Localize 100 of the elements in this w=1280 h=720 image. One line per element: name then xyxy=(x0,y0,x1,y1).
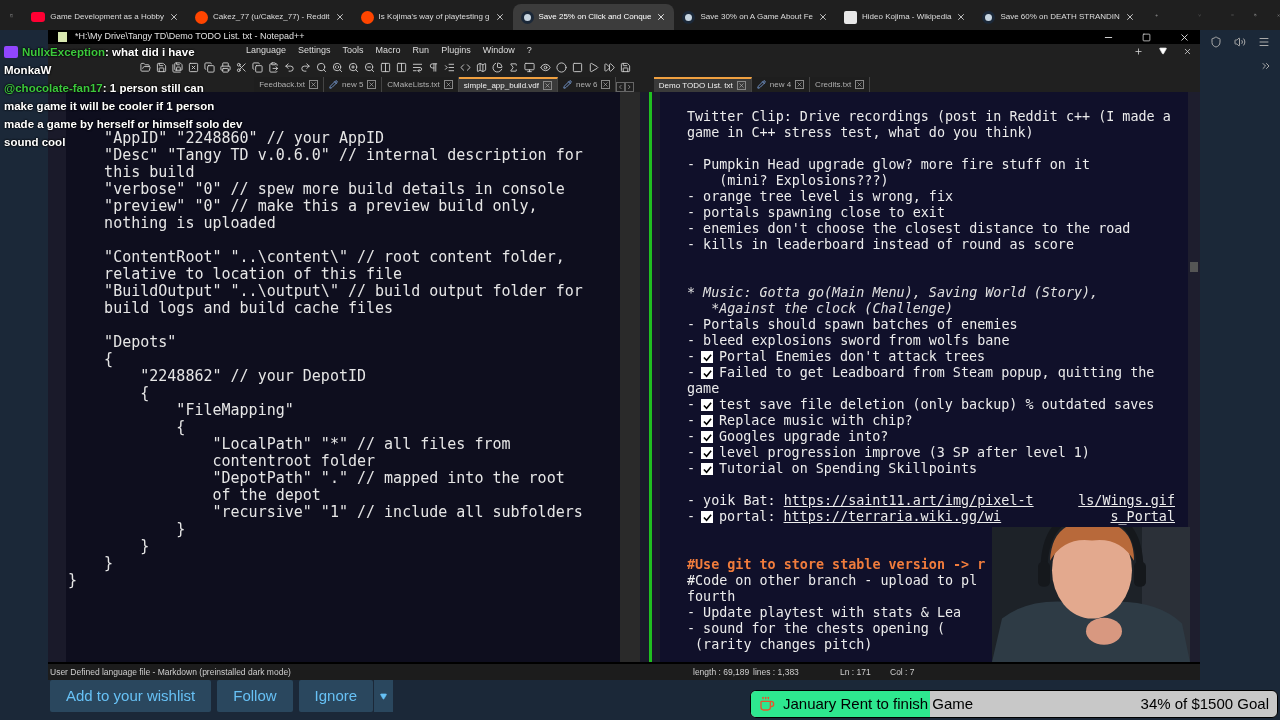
browser-tab[interactable]: Is Kojima's way of playtesting g xyxy=(352,4,513,30)
pie-icon[interactable] xyxy=(492,61,503,73)
checkbox[interactable] xyxy=(701,399,714,411)
menu-item[interactable]: Run xyxy=(406,44,436,58)
status-line: Ln : 171 xyxy=(840,665,872,679)
browser-tab[interactable]: Game Development as a Hobby xyxy=(23,4,188,30)
scrollbar[interactable] xyxy=(1188,92,1200,662)
close-icon[interactable] xyxy=(334,12,345,22)
redo-icon[interactable] xyxy=(300,61,311,73)
eye-icon[interactable] xyxy=(540,61,551,73)
code-line: "DepotPath" "." // mapped into the root xyxy=(211,469,565,487)
map-icon[interactable] xyxy=(476,61,487,73)
dropdown-icon[interactable] xyxy=(1159,47,1167,55)
code-line: relative to location of this file xyxy=(103,265,403,283)
file-tab[interactable]: simple_app_build.vdf xyxy=(458,77,558,92)
code-line: } xyxy=(68,571,78,589)
speaker-icon[interactable] xyxy=(1234,36,1246,48)
menu-item[interactable]: Plugins xyxy=(435,44,477,58)
copy-icon[interactable] xyxy=(252,61,263,73)
checkbox[interactable] xyxy=(701,367,714,379)
close-icon[interactable] xyxy=(956,12,967,22)
folder-icon[interactable] xyxy=(140,61,151,73)
play-icon[interactable] xyxy=(588,61,599,73)
more-icon[interactable] xyxy=(1260,60,1272,72)
close-icon[interactable] xyxy=(494,12,505,22)
steam-button[interactable]: Add to your wishlist xyxy=(50,680,212,712)
split-icon[interactable] xyxy=(396,61,407,73)
menu-item[interactable]: Language xyxy=(240,44,293,58)
code-line: "2248862" // your DepotID xyxy=(139,367,366,385)
steam-button[interactable]: Ignore xyxy=(298,680,374,712)
note-link[interactable]: https://terraria.wiki.gg/wi xyxy=(783,509,1002,525)
undo-icon[interactable] xyxy=(284,61,295,73)
fast-forward-icon[interactable] xyxy=(604,61,615,73)
code-line: { xyxy=(139,384,150,402)
monitor-icon[interactable] xyxy=(524,61,535,73)
menu-item[interactable]: Settings xyxy=(292,44,337,58)
dropdown-button[interactable] xyxy=(373,680,394,712)
checkbox[interactable] xyxy=(701,463,714,475)
code-line: "ContentRoot" "..\content\" // root content folder, xyxy=(103,248,565,266)
close-file-icon[interactable] xyxy=(188,61,199,73)
checkbox[interactable] xyxy=(701,511,714,523)
close-icon[interactable] xyxy=(818,12,828,22)
checkbox[interactable] xyxy=(701,431,714,443)
shield-icon[interactable] xyxy=(1210,36,1222,48)
search-icon[interactable] xyxy=(316,61,327,73)
maximize-icon[interactable] xyxy=(1142,32,1151,42)
note-link[interactable]: s_Portal xyxy=(1110,509,1175,525)
indent-icon[interactable] xyxy=(444,61,455,73)
pilcrow-icon[interactable] xyxy=(428,61,439,73)
browser-tab[interactable]: Hideo Kojima - Wikipedia xyxy=(836,4,975,30)
browser-tab[interactable]: Save 25% on Click and Conque xyxy=(512,4,675,30)
save-macro-icon[interactable] xyxy=(620,61,631,73)
cut-icon[interactable] xyxy=(236,61,247,73)
checkbox[interactable] xyxy=(701,351,714,363)
stop-icon[interactable] xyxy=(572,61,583,73)
browser-tab[interactable]: Save 60% on DEATH STRANDIN xyxy=(974,4,1143,30)
scroll-left-icon[interactable] xyxy=(616,82,625,92)
close-icon[interactable] xyxy=(169,12,180,22)
file-tab[interactable]: Demo TODO List. txt xyxy=(653,77,752,92)
paste-icon[interactable] xyxy=(268,61,279,73)
record-icon[interactable] xyxy=(556,61,567,73)
note-line: - Update playtest with stats & Lea xyxy=(687,605,962,620)
note-line: (rarity changes pitch) xyxy=(694,637,873,652)
close-icon[interactable] xyxy=(1124,12,1135,22)
save-icon[interactable] xyxy=(156,61,167,73)
wrap-icon[interactable] xyxy=(412,61,423,73)
code-icon[interactable] xyxy=(460,61,471,73)
copy-icon[interactable] xyxy=(204,61,215,73)
menu-item[interactable]: Macro xyxy=(369,44,407,58)
menu-item[interactable]: Window xyxy=(476,44,521,58)
chat-message: MonkaW xyxy=(4,63,52,77)
note-heading: #Use git to store stable version -> r xyxy=(687,557,986,572)
zoom-out-icon[interactable] xyxy=(364,61,375,73)
function-icon[interactable] xyxy=(508,61,519,73)
note-link[interactable]: ls/Wings.gif xyxy=(1078,493,1175,509)
save-all-icon[interactable] xyxy=(172,61,183,73)
note-line: game in C++ stress test, what do you think) xyxy=(687,125,1034,140)
print-icon[interactable] xyxy=(220,61,231,73)
chat-message: sound cool xyxy=(4,135,66,149)
checkbox[interactable] xyxy=(701,415,714,427)
note-link[interactable]: https://saint11.art/img/pixel-t xyxy=(783,493,1034,509)
note-line: - portals spawning close to exit xyxy=(687,205,945,220)
replace-icon[interactable] xyxy=(332,61,343,73)
close-icon[interactable] xyxy=(1179,31,1190,43)
note-line: Googles upgrade into? xyxy=(719,429,889,445)
sync-scroll-icon[interactable] xyxy=(380,61,391,73)
code-line: } xyxy=(103,554,114,572)
add-icon[interactable] xyxy=(1134,46,1143,56)
note-line: - sound for the chests opening ( xyxy=(687,621,945,636)
menu-icon[interactable] xyxy=(1258,36,1270,48)
steam-button[interactable]: Follow xyxy=(217,680,293,712)
menu-item[interactable]: Tools xyxy=(336,44,370,58)
menu-item[interactable]: ? xyxy=(520,44,538,58)
zoom-in-icon[interactable] xyxy=(348,61,359,73)
scroll-right-icon[interactable] xyxy=(624,82,634,92)
close-icon[interactable] xyxy=(1183,46,1192,56)
browser-tab[interactable]: Cakez_77 (u/Cakez_77) - Reddit xyxy=(187,4,353,30)
checkbox[interactable] xyxy=(701,447,714,459)
close-icon[interactable] xyxy=(656,12,667,22)
browser-tab[interactable]: Save 30% on A Game About Fe xyxy=(674,4,836,30)
